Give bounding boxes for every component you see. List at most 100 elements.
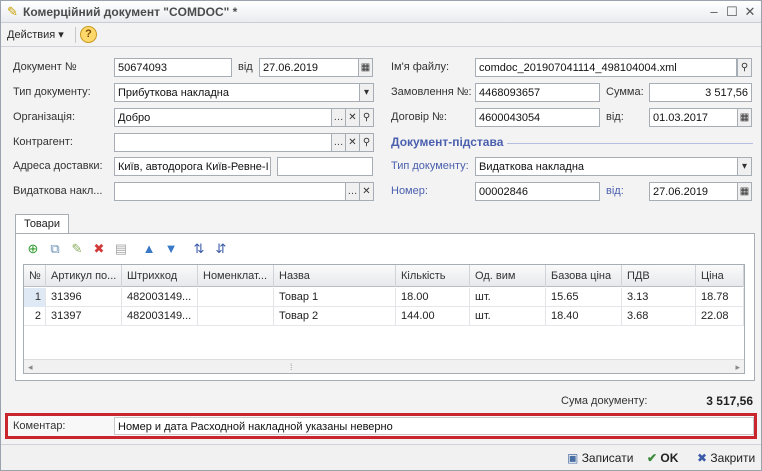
comment-highlight: Коментар: Номер и дата Расходной накладн… bbox=[5, 413, 757, 439]
table-cell[interactable]: 31396 bbox=[46, 288, 122, 307]
table-cell[interactable]: 15.65 bbox=[546, 288, 622, 307]
table-cell[interactable]: 18.40 bbox=[546, 307, 622, 326]
table-cell[interactable]: 482003149... bbox=[122, 307, 198, 326]
contract-date-label: від: bbox=[606, 111, 624, 123]
search-icon[interactable]: ⚲ bbox=[737, 58, 752, 77]
section-divider bbox=[507, 143, 753, 144]
calendar-icon[interactable]: ▦ bbox=[358, 58, 373, 77]
delete-row-icon[interactable]: ✖ bbox=[90, 240, 108, 258]
calendar-icon[interactable]: ▦ bbox=[737, 182, 752, 201]
chevron-down-icon[interactable]: ▾ bbox=[737, 157, 752, 176]
basis-doc-type-select[interactable]: Видаткова накладна bbox=[475, 157, 738, 176]
basis-date-label: від: bbox=[606, 185, 624, 197]
select-ellipsis-icon[interactable]: … bbox=[331, 108, 346, 127]
column-header[interactable]: № bbox=[24, 265, 46, 287]
move-up-icon[interactable]: ▲ bbox=[140, 240, 158, 258]
order-number-field[interactable]: 4468093657 bbox=[475, 83, 600, 102]
search-icon[interactable]: ⚲ bbox=[359, 108, 374, 127]
column-header[interactable]: Артикул по... bbox=[46, 265, 122, 287]
clear-icon[interactable]: ✕ bbox=[345, 133, 360, 152]
horizontal-scrollbar[interactable]: ◂ ⁞ ▸ bbox=[24, 359, 744, 373]
tab-goods[interactable]: Товари bbox=[15, 214, 69, 234]
table-cell[interactable]: 31397 bbox=[46, 307, 122, 326]
clear-icon[interactable]: ✕ bbox=[359, 182, 374, 201]
document-window: ✎ Комерційний документ "COMDOC" * – ☐ ✕ … bbox=[0, 0, 762, 471]
window-title: Комерційний документ "COMDOC" * bbox=[23, 5, 238, 19]
search-icon[interactable]: ⚲ bbox=[359, 133, 374, 152]
table-cell[interactable]: 3.13 bbox=[622, 288, 696, 307]
minimize-icon[interactable]: – bbox=[705, 4, 723, 20]
actions-menu[interactable]: Действия ▾ bbox=[7, 28, 64, 41]
comment-field[interactable]: Номер и дата Расходной накладной указаны… bbox=[114, 417, 754, 435]
column-header[interactable]: Кількість bbox=[396, 265, 470, 287]
contract-number-field[interactable]: 4600043054 bbox=[475, 108, 600, 127]
column-header[interactable]: Од. вим bbox=[470, 265, 546, 287]
basis-date-field[interactable]: 27.06.2019 bbox=[649, 182, 738, 201]
contract-number-label: Договір №: bbox=[391, 111, 447, 123]
table-cell[interactable] bbox=[198, 307, 274, 326]
sort-desc-icon[interactable]: ⇵ bbox=[212, 240, 230, 258]
column-header[interactable]: Штрихкод bbox=[122, 265, 198, 287]
column-header[interactable]: ПДВ bbox=[622, 265, 696, 287]
doc-number-field[interactable]: 50674093 bbox=[114, 58, 232, 77]
column-header[interactable]: Номенклат... bbox=[198, 265, 274, 287]
table-cell[interactable] bbox=[198, 288, 274, 307]
delivery-address-extra-field[interactable] bbox=[277, 157, 373, 176]
sum-label: Сумма: bbox=[606, 86, 644, 98]
column-header[interactable]: Базова ціна bbox=[546, 265, 622, 287]
select-ellipsis-icon[interactable]: … bbox=[345, 182, 360, 201]
table-cell[interactable]: Товар 1 bbox=[274, 288, 396, 307]
file-name-label: Ім'я файлу: bbox=[391, 61, 450, 73]
table-cell[interactable]: Товар 2 bbox=[274, 307, 396, 326]
chevron-down-icon[interactable]: ▾ bbox=[359, 83, 374, 102]
select-ellipsis-icon[interactable]: … bbox=[331, 133, 346, 152]
scroll-thumb-grip-icon[interactable]: ⁞ bbox=[290, 360, 293, 374]
table-cell[interactable]: шт. bbox=[470, 288, 546, 307]
clear-icon[interactable]: ✕ bbox=[345, 108, 360, 127]
basis-number-field[interactable]: 00002846 bbox=[475, 182, 600, 201]
ok-button[interactable]: ✔ OK bbox=[647, 449, 678, 467]
edit-row-icon[interactable]: ✎ bbox=[68, 240, 86, 258]
move-down-icon[interactable]: ▼ bbox=[162, 240, 180, 258]
file-name-field[interactable]: comdoc_201907041114_498104004.xml bbox=[475, 58, 737, 77]
toolbar-divider bbox=[75, 27, 76, 43]
scroll-right-icon[interactable]: ▸ bbox=[735, 360, 740, 374]
close-button[interactable]: ✖ Закрити bbox=[697, 449, 755, 467]
table-cell[interactable]: 22.08 bbox=[696, 307, 744, 326]
table-cell[interactable]: 144.00 bbox=[396, 307, 470, 326]
calendar-icon[interactable]: ▦ bbox=[737, 108, 752, 127]
doc-date-field[interactable]: 27.06.2019 bbox=[259, 58, 359, 77]
add-row-icon[interactable]: ⊕ bbox=[24, 240, 42, 258]
help-button[interactable]: ? bbox=[80, 26, 97, 43]
table-cell[interactable]: 18.00 bbox=[396, 288, 470, 307]
delivery-address-field[interactable]: Київ, автодорога Київ-Ревне-І bbox=[114, 157, 271, 176]
table-row[interactable]: 1 31396 482003149... Товар 1 18.00 шт. 1… bbox=[24, 288, 744, 307]
copy-row-icon[interactable]: ⧉ bbox=[46, 240, 64, 258]
close-label: Закрити bbox=[710, 451, 756, 465]
sort-asc-icon[interactable]: ⇅ bbox=[190, 240, 208, 258]
save-button[interactable]: ▣ Записати bbox=[567, 449, 633, 467]
expense-invoice-field[interactable] bbox=[114, 182, 346, 201]
table-cell[interactable]: 3.68 bbox=[622, 307, 696, 326]
table-cell[interactable]: шт. bbox=[470, 307, 546, 326]
end-edit-icon[interactable]: ▤ bbox=[112, 240, 130, 258]
command-bar: Действия ▾ ? bbox=[1, 23, 761, 47]
maximize-icon[interactable]: ☐ bbox=[723, 4, 741, 20]
column-header[interactable]: Назва bbox=[274, 265, 396, 287]
chevron-down-icon: ▾ bbox=[58, 29, 64, 41]
table-cell[interactable]: 18.78 bbox=[696, 288, 744, 307]
sum-field[interactable]: 3 517,56 bbox=[649, 83, 752, 102]
table-row[interactable]: 2 31397 482003149... Товар 2 144.00 шт. … bbox=[24, 307, 744, 326]
scroll-left-icon[interactable]: ◂ bbox=[28, 360, 33, 374]
organization-field[interactable]: Добро bbox=[114, 108, 332, 127]
basis-section-title: Документ-підстава bbox=[391, 135, 504, 149]
contractor-field[interactable] bbox=[114, 133, 332, 152]
expense-invoice-label: Видаткова накл... bbox=[13, 185, 103, 197]
column-header[interactable]: Ціна bbox=[696, 265, 744, 287]
close-icon[interactable]: ✕ bbox=[741, 4, 759, 20]
doc-date-label: від bbox=[238, 61, 253, 73]
contract-date-field[interactable]: 01.03.2017 bbox=[649, 108, 738, 127]
table-cell[interactable]: 482003149... bbox=[122, 288, 198, 307]
organization-label: Організація: bbox=[13, 111, 75, 123]
doc-type-select[interactable]: Прибуткова накладна bbox=[114, 83, 360, 102]
